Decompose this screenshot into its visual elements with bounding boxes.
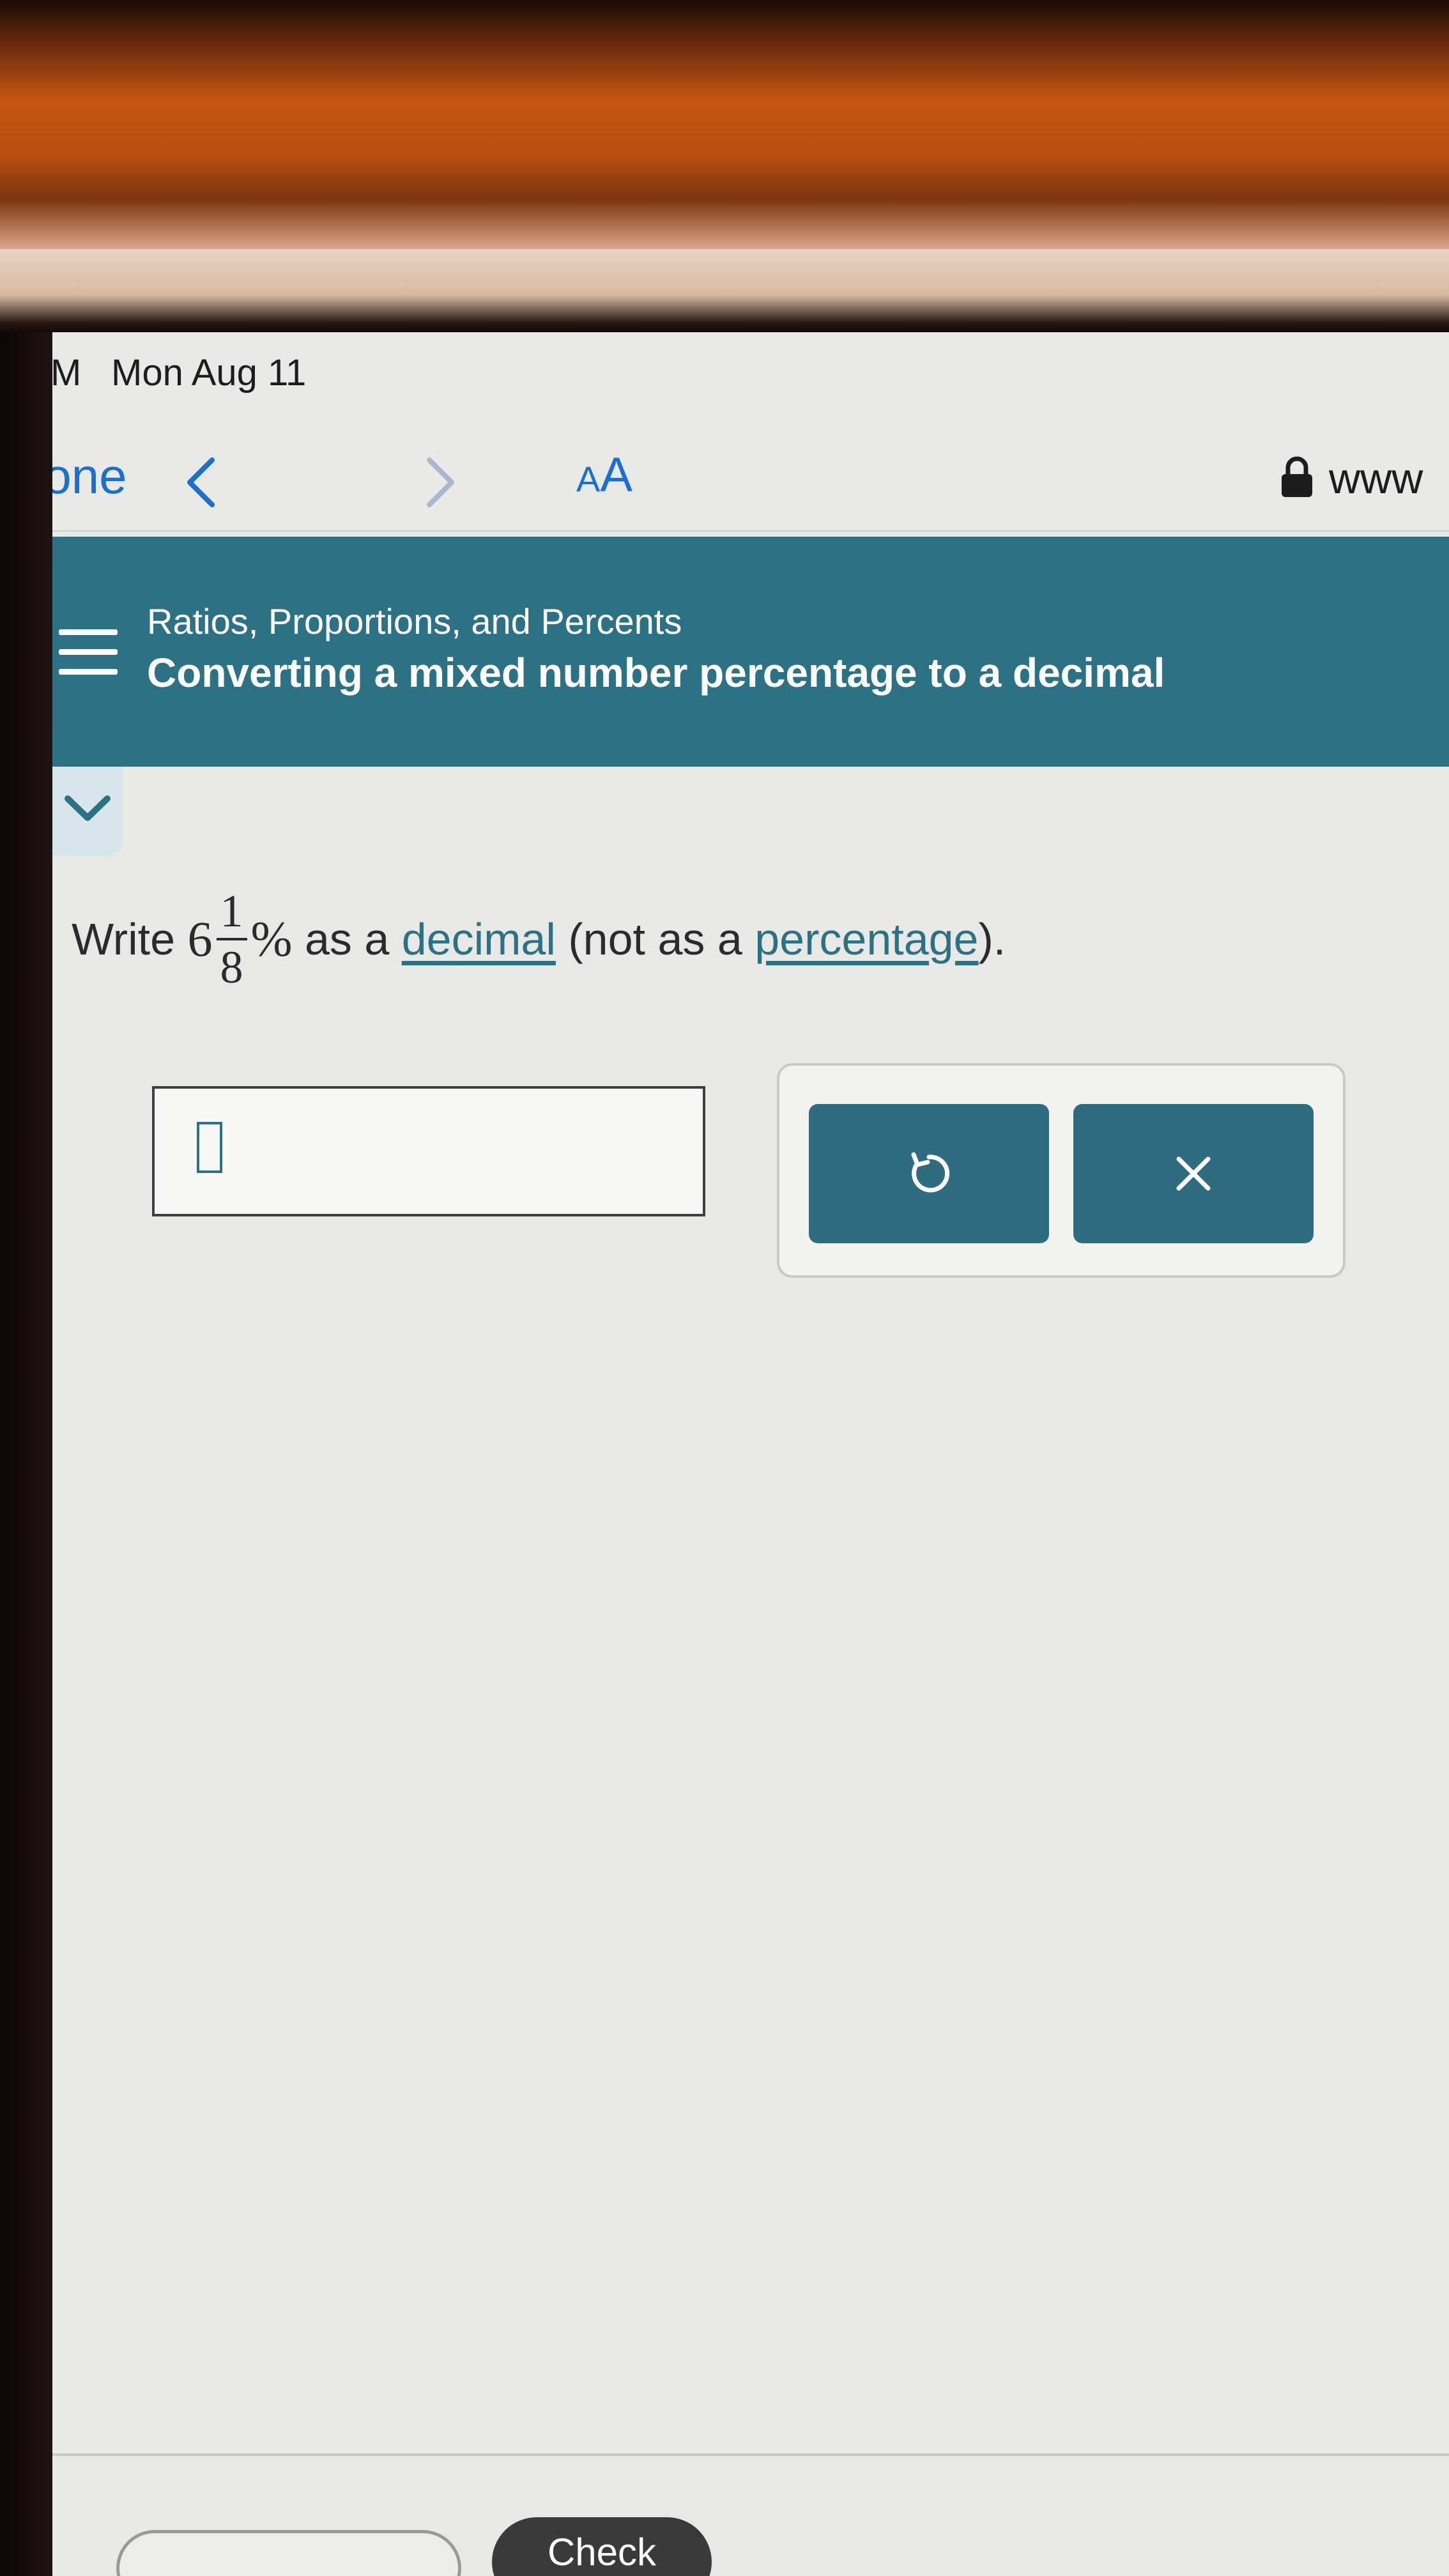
menu-icon-line: [59, 648, 118, 655]
menu-icon-line: [59, 668, 118, 675]
clear-button[interactable]: [1073, 1104, 1314, 1243]
answer-input[interactable]: [152, 1086, 705, 1216]
device-edge: [0, 332, 52, 2576]
status-time: 3 PM: [52, 352, 82, 394]
percentage-link[interactable]: percentage: [755, 914, 978, 965]
mixed-number-whole: 6: [187, 911, 213, 967]
text-size-small: A: [576, 459, 601, 499]
status-bar: 3 PM Mon Aug 11: [52, 332, 1449, 422]
check-button[interactable]: Check: [492, 2517, 712, 2576]
address-bar[interactable]: www: [1329, 454, 1423, 503]
question-paren-open: (not as a: [568, 914, 742, 964]
fraction-numerator: 1: [216, 888, 247, 940]
topic-subject: Ratios, Proportions, and Percents: [147, 601, 682, 641]
text-size-large: A: [600, 448, 633, 502]
device-case: [0, 0, 1449, 249]
fraction-denominator: 8: [220, 942, 243, 993]
chevron-down-icon: [65, 795, 111, 821]
topic-title: Converting a mixed number percentage to …: [147, 650, 1165, 696]
lock-icon: [1282, 456, 1312, 497]
question-prefix: Write: [72, 914, 176, 964]
undo-icon: [911, 1152, 950, 1193]
percent-sign: %: [250, 911, 293, 967]
menu-button[interactable]: [52, 537, 135, 767]
device-bezel: [0, 249, 1449, 332]
question-text: Write 6 1 8 % as a decimal (not as a per…: [72, 888, 1006, 990]
menu-icon-line: [59, 629, 118, 635]
forward-arrow-icon[interactable]: [410, 454, 468, 511]
collapse-header-button[interactable]: [52, 767, 123, 856]
question-paren-close: ).: [978, 914, 1006, 964]
status-date: Mon Aug 11: [111, 352, 307, 394]
screen: 3 PM Mon Aug 11 Done AA www Ratios, Prop…: [52, 332, 1449, 2576]
topic-header: Ratios, Proportions, and Percents Conver…: [52, 537, 1449, 767]
text-size-button[interactable]: AA: [576, 447, 632, 503]
done-button[interactable]: Done: [52, 447, 126, 505]
back-arrow-icon[interactable]: [174, 454, 231, 511]
question-middle: as a: [304, 914, 390, 964]
browser-toolbar: Done AA www: [52, 422, 1449, 532]
decimal-link[interactable]: decimal: [402, 914, 556, 965]
footer-divider: [52, 2453, 1449, 2456]
answer-tools: [777, 1063, 1346, 1278]
answer-cursor-slot: [197, 1122, 222, 1173]
close-icon: [1176, 1156, 1211, 1191]
explanation-button[interactable]: [116, 2530, 461, 2576]
undo-button[interactable]: [809, 1104, 1049, 1243]
mixed-number-fraction: 1 8: [216, 888, 247, 993]
